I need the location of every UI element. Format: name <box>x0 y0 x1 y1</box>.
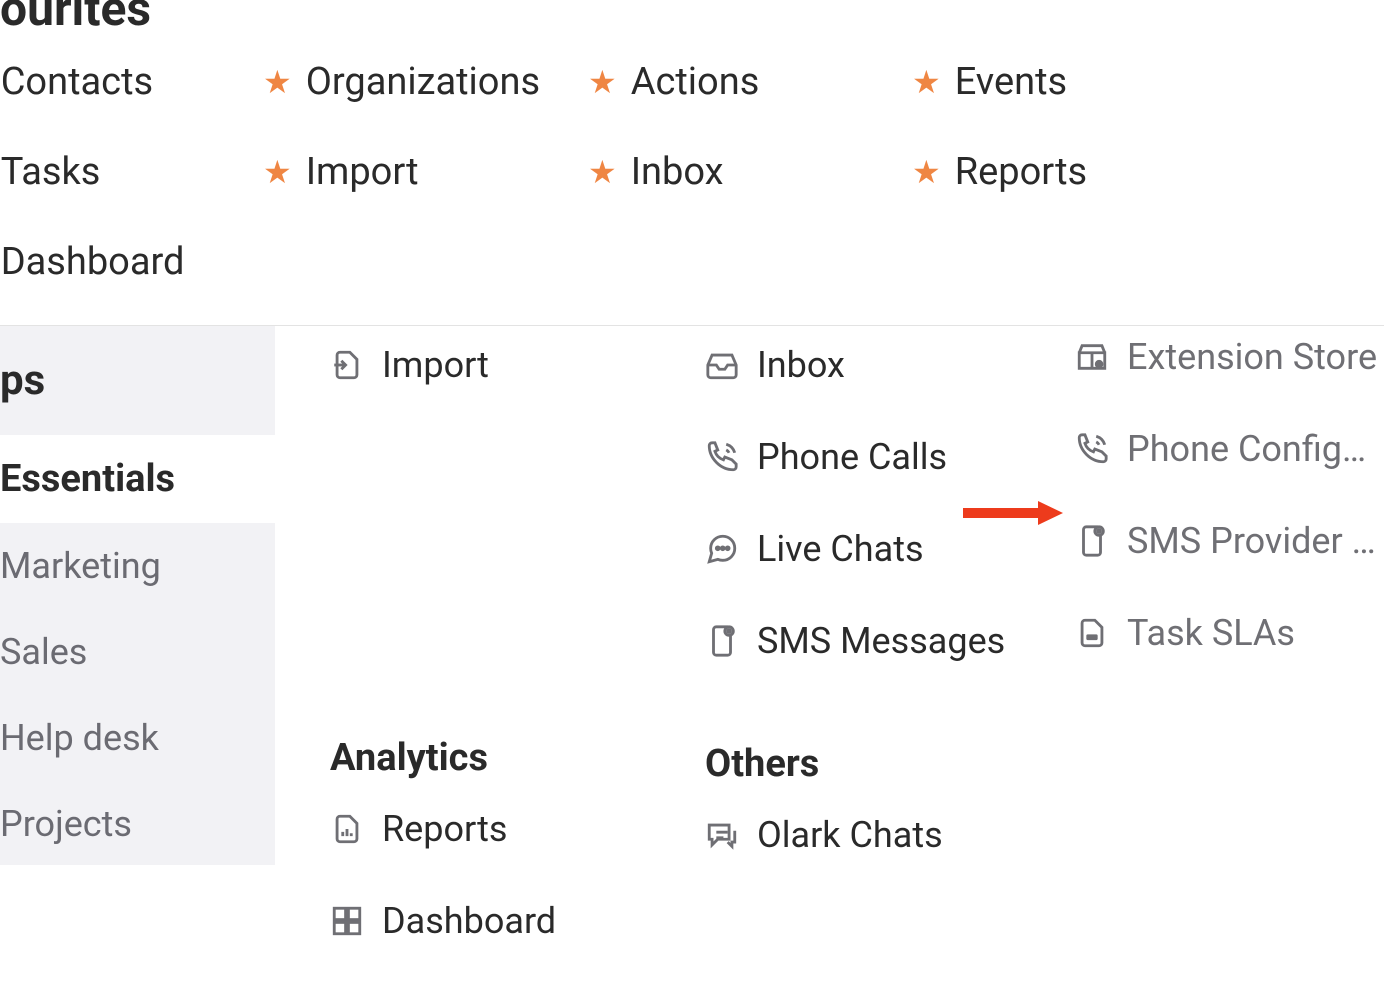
menu-task-slas[interactable]: Task SLAs <box>1075 612 1384 654</box>
column-2: Inbox Phone Calls Live Chats SMS Message… <box>705 326 1045 906</box>
menu-label: Live Chats <box>757 528 1045 570</box>
menu-phone-calls[interactable]: Phone Calls <box>705 436 1045 478</box>
menu-label: Inbox <box>757 344 1045 386</box>
menu-sms-provider-configuration[interactable]: SMS Provider Configuration <box>1075 520 1384 562</box>
menu-olark-chats[interactable]: Olark Chats <box>705 814 1045 856</box>
menu-phone-configuration[interactable]: Phone Configuration <box>1075 428 1384 470</box>
menu-reports[interactable]: Reports <box>330 808 670 850</box>
star-icon: ★ <box>263 63 292 101</box>
sidebar-item-projects[interactable]: Projects <box>0 781 275 865</box>
file-chart-icon <box>330 812 364 846</box>
fav-label: Organizations <box>306 60 540 104</box>
dashboard-icon <box>330 904 364 938</box>
menu-label: SMS Messages <box>757 620 1045 662</box>
star-icon: ★ <box>912 153 941 191</box>
fav-label: Import <box>306 150 419 194</box>
content-area: Import Analytics Reports Dashboard <box>275 326 1384 865</box>
menu-label: Olark Chats <box>757 814 1045 856</box>
store-icon <box>1075 340 1109 374</box>
menu-inbox[interactable]: Inbox <box>705 344 1045 386</box>
phone-volume-icon <box>1075 432 1109 466</box>
fav-label: Reports <box>955 150 1087 194</box>
fav-label: Tasks <box>1 150 101 194</box>
fav-tasks[interactable]: ★ Tasks <box>0 150 100 194</box>
fav-import[interactable]: ★ Import <box>263 150 419 194</box>
phone-volume-icon <box>705 440 739 474</box>
fav-events[interactable]: ★ Events <box>912 60 1067 104</box>
fav-label: Actions <box>631 60 760 104</box>
fav-inbox[interactable]: ★ Inbox <box>588 150 723 194</box>
fav-contacts[interactable]: ★ Contacts <box>0 60 153 104</box>
menu-label: Phone Calls <box>757 436 1045 478</box>
inbox-icon <box>705 348 739 382</box>
menu-dashboard[interactable]: Dashboard <box>330 900 670 942</box>
sms-phone-icon <box>705 624 739 658</box>
menu-import[interactable]: Import <box>330 344 670 386</box>
menu-label: Phone Configuration <box>1127 428 1384 470</box>
star-icon: ★ <box>588 153 617 191</box>
menu-label: Reports <box>382 808 670 850</box>
sms-phone-icon <box>1075 524 1109 558</box>
section-analytics: Analytics <box>330 736 670 780</box>
menu-label: Task SLAs <box>1127 612 1384 654</box>
sidebar-item-helpdesk[interactable]: Help desk <box>0 695 275 781</box>
sidebar-heading-partial: ps <box>0 326 275 435</box>
sidebar-item-essentials[interactable]: Essentials <box>0 435 275 523</box>
sidebar-item-marketing[interactable]: Marketing <box>0 523 275 609</box>
menu-label: Extension Store <box>1127 336 1384 378</box>
fav-label: Dashboard <box>1 240 185 284</box>
fav-actions[interactable]: ★ Actions <box>588 60 759 104</box>
menu-live-chats[interactable]: Live Chats <box>705 528 1045 570</box>
fav-organizations[interactable]: ★ Organizations <box>263 60 540 104</box>
section-others: Others <box>705 742 1045 786</box>
menu-extension-store[interactable]: Extension Store <box>1075 336 1384 378</box>
fav-reports[interactable]: ★ Reports <box>912 150 1087 194</box>
lower-panel: ps Essentials Marketing Sales Help desk … <box>0 325 1384 865</box>
fav-dashboard[interactable]: ★ Dashboard <box>0 240 184 284</box>
menu-label: SMS Provider Configuration <box>1127 520 1384 562</box>
star-icon: ★ <box>912 63 941 101</box>
star-icon: ★ <box>263 153 292 191</box>
sidebar-item-sales[interactable]: Sales <box>0 609 275 695</box>
column-3: Extension Store Phone Configuration SMS … <box>1075 326 1384 704</box>
file-sla-icon <box>1075 616 1109 650</box>
sidebar: ps Essentials Marketing Sales Help desk … <box>0 326 275 865</box>
chat-dots-icon <box>705 532 739 566</box>
menu-sms-messages[interactable]: SMS Messages <box>705 620 1045 662</box>
column-1: Import Analytics Reports Dashboard <box>330 326 670 992</box>
file-import-icon <box>330 348 364 382</box>
menu-label: Import <box>382 344 670 386</box>
fav-label: Contacts <box>1 60 153 104</box>
fav-label: Inbox <box>631 150 724 194</box>
menu-label: Dashboard <box>382 900 670 942</box>
page-title-partial: ourites <box>0 0 151 37</box>
fav-label: Events <box>955 60 1067 104</box>
chat-pair-icon <box>705 818 739 852</box>
star-icon: ★ <box>588 63 617 101</box>
